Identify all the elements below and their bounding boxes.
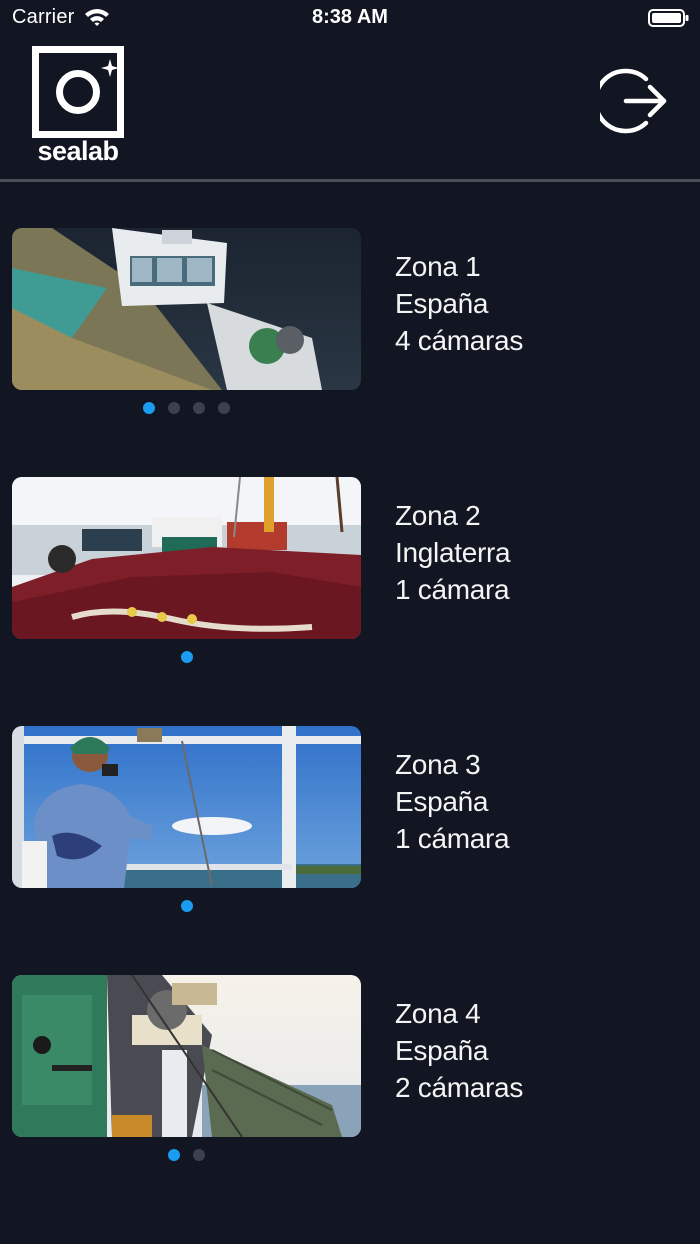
zone-card-4[interactable]: Zona 4 España 2 cámaras xyxy=(0,975,700,1185)
sealab-logo: sealab xyxy=(30,46,126,176)
zone-cameras: 1 cámara xyxy=(395,823,510,854)
zone-name: Zona 2 xyxy=(395,500,481,531)
carousel-dots xyxy=(12,651,361,665)
zone-country: España xyxy=(395,288,489,319)
zone-card-2[interactable]: Zona 2 Inglaterra 1 cámara xyxy=(0,477,700,687)
logout-icon xyxy=(593,68,667,134)
zone-cameras: 2 cámaras xyxy=(395,1072,524,1103)
zone-country: España xyxy=(395,786,489,817)
carousel-dots xyxy=(12,900,361,914)
carousel-dot[interactable] xyxy=(180,900,193,912)
zone-info: Zona 2 Inglaterra 1 cámara xyxy=(395,497,695,608)
logo-frame xyxy=(32,46,124,138)
logo-text: sealab xyxy=(37,136,119,166)
zone-cameras: 4 cámaras xyxy=(395,325,524,356)
carousel-dot[interactable] xyxy=(218,402,230,414)
app-header: sealab xyxy=(0,36,700,182)
carousel-dot[interactable] xyxy=(168,402,180,414)
zone-image[interactable] xyxy=(12,477,361,639)
logout-button[interactable] xyxy=(593,64,670,138)
zone-image[interactable] xyxy=(12,228,361,390)
zone-name: Zona 3 xyxy=(395,749,481,780)
zone-info: Zona 1 España 4 cámaras xyxy=(395,248,695,359)
battery-icon xyxy=(648,9,689,27)
zone-image[interactable] xyxy=(12,975,361,1137)
carousel-dot[interactable] xyxy=(180,651,193,663)
status-bar: Carrier 8:38 AM xyxy=(0,0,700,36)
carousel-dots xyxy=(12,402,361,416)
zone-image[interactable] xyxy=(12,726,361,888)
logo-lens-icon xyxy=(56,70,100,114)
carousel-dot[interactable] xyxy=(168,1149,180,1161)
zone-name: Zona 4 xyxy=(395,998,481,1029)
zone-country: Inglaterra xyxy=(395,537,511,568)
zone-country: España xyxy=(395,1035,489,1066)
carousel-dot[interactable] xyxy=(193,1149,205,1161)
zone-name: Zona 1 xyxy=(395,251,481,282)
zone-info: Zona 3 España 1 cámara xyxy=(395,746,695,857)
zone-info: Zona 4 España 2 cámaras xyxy=(395,995,695,1106)
carousel-dot[interactable] xyxy=(193,402,205,414)
zone-card-1[interactable]: Zona 1 España 4 cámaras xyxy=(0,228,700,438)
sparkle-icon xyxy=(101,59,119,77)
status-time: 8:38 AM xyxy=(312,6,388,28)
carousel-dot[interactable] xyxy=(143,402,155,414)
carousel-dots xyxy=(12,1149,361,1163)
zone-cameras: 1 cámara xyxy=(395,574,510,605)
header-divider xyxy=(0,179,700,182)
zone-card-3[interactable]: Zona 3 España 1 cámara xyxy=(0,726,700,936)
